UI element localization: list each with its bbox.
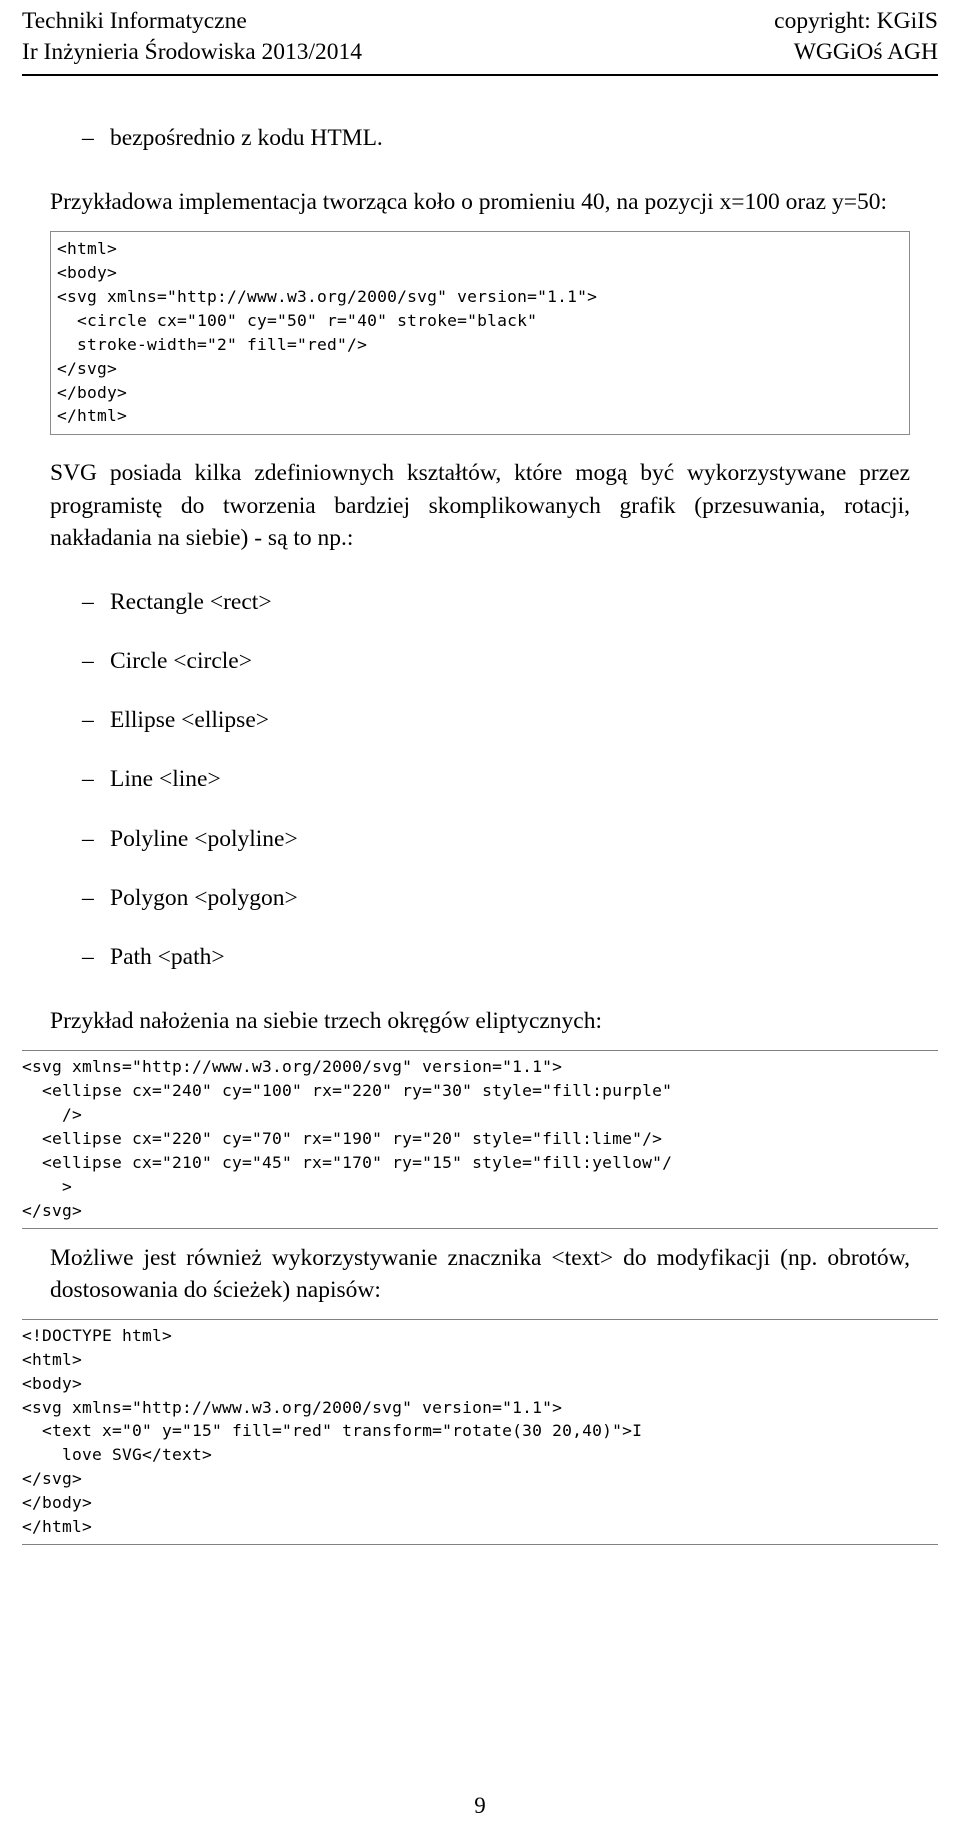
page-body: – bezpośrednio z kodu HTML. Przykładowa i…	[22, 76, 938, 1037]
list-item-tag: <rect>	[209, 588, 272, 615]
dash-bullet-icon: –	[82, 884, 94, 911]
code-line: <svg xmlns="http://www.w3.org/2000/svg" …	[22, 1397, 563, 1417]
code-line: </html>	[22, 1516, 93, 1536]
list-item: – Polyline <polyline>	[82, 823, 910, 855]
list-item: – Ellipse <ellipse>	[82, 704, 910, 736]
dash-bullet-icon: –	[82, 707, 94, 734]
list-item: – Line <line>	[82, 763, 910, 795]
list-item: – Path <path>	[82, 941, 910, 973]
code-line: </svg>	[57, 358, 118, 378]
code-wrap-ellipses: <svg xmlns="http://www.w3.org/2000/svg" …	[22, 1037, 938, 1229]
header-right: copyright: KGiIS WGGiOś AGH	[774, 6, 938, 69]
list-item-label: Polygon	[110, 884, 189, 911]
list-item: – Rectangle <rect>	[82, 586, 910, 618]
header-institution: WGGiOś AGH	[793, 39, 938, 66]
code-line: <text x="0" y="15" fill="red" transform=…	[22, 1421, 643, 1441]
code-line: </html>	[57, 406, 128, 426]
list-item-label: Polyline	[110, 825, 189, 852]
list-item-tag: <line>	[158, 766, 221, 793]
page-footer: 9	[0, 1793, 960, 1819]
code-line: </svg>	[22, 1200, 83, 1220]
dash-bullet-icon: –	[82, 944, 94, 971]
code-line: <svg xmlns="http://www.w3.org/2000/svg" …	[57, 287, 598, 307]
code-line: stroke-width="2" fill="red"/>	[57, 334, 368, 354]
code-line: >	[22, 1176, 73, 1196]
list-item-label: Line	[110, 766, 154, 793]
page-header: Techniki Informatyczne Ir Inżynieria Śro…	[22, 0, 938, 76]
code-line: love SVG</text>	[22, 1445, 213, 1465]
code-line: <body>	[57, 263, 118, 283]
paragraph-ellipses-intro: Przykład nałożenia na siebie trzech okrę…	[50, 1008, 603, 1035]
header-row: Techniki Informatyczne Ir Inżynieria Śro…	[22, 0, 938, 69]
paragraph-circle-intro: Przykładowa implementacja tworząca koło …	[50, 189, 888, 216]
code-line: </body>	[22, 1493, 93, 1513]
continued-bullet-list: – bezpośrednio z kodu HTML.	[50, 122, 910, 154]
list-item-tag: <ellipse>	[181, 707, 270, 734]
code-line: <body>	[22, 1373, 83, 1393]
code-block-text-example: <!DOCTYPE html> <html> <body> <svg xmlns="h…	[22, 1318, 938, 1545]
code-line: <html>	[57, 239, 118, 259]
code-line: <html>	[22, 1349, 83, 1369]
header-course-title: Techniki Informatyczne	[22, 8, 247, 34]
dash-bullet-icon: –	[82, 588, 94, 615]
list-item-label: Rectangle	[110, 588, 204, 615]
page-number: 9	[474, 1793, 486, 1818]
document-page: Techniki Informatyczne Ir Inżynieria Śro…	[0, 0, 960, 1837]
dash-bullet-icon: –	[82, 124, 94, 151]
paragraph-shapes-intro: SVG posiada kilka zdefiniownych kształtó…	[50, 460, 910, 551]
header-course-subtitle: Ir Inżynieria Środowiska 2013/2014	[22, 39, 363, 66]
code-line: </body>	[57, 382, 128, 402]
list-item-tag: <polyline>	[194, 825, 298, 852]
list-item: – Circle <circle>	[82, 645, 910, 677]
code-line: <circle cx="100" cy="50" r="40" stroke="…	[57, 310, 538, 330]
paragraph-text-tag: Możliwe jest również wykorzystywanie zna…	[50, 1244, 910, 1303]
dash-bullet-icon: –	[82, 648, 94, 675]
code-line: <ellipse cx="220" cy="70" rx="190" ry="2…	[22, 1129, 663, 1149]
svg-shapes-list: – Rectangle <rect> – Circle <circle> – Elli…	[50, 586, 910, 973]
list-item-label: bezpośrednio z kodu HTML.	[110, 124, 383, 151]
list-item-label: Path	[110, 944, 152, 971]
page-body-lower: Możliwe jest również wykorzystywanie zna…	[22, 1229, 938, 1306]
code-line: <!DOCTYPE html>	[22, 1325, 173, 1345]
code-line: />	[22, 1105, 83, 1125]
code-block-circle-example: <html> <body> <svg xmlns="http://www.w3.or…	[50, 231, 910, 436]
list-item-tag: <circle>	[173, 648, 252, 675]
list-item-label: Circle	[110, 648, 168, 675]
code-wrap-text: <!DOCTYPE html> <html> <body> <svg xmlns="h…	[22, 1306, 938, 1545]
code-line: </svg>	[22, 1469, 83, 1489]
dash-bullet-icon: –	[82, 825, 94, 852]
list-item-tag: <polygon>	[194, 884, 298, 911]
code-line: <svg xmlns="http://www.w3.org/2000/svg" …	[22, 1057, 563, 1077]
list-item-label: Ellipse	[110, 707, 176, 734]
code-line: <ellipse cx="210" cy="45" rx="170" ry="1…	[22, 1152, 673, 1172]
list-item-tag: <path>	[157, 944, 225, 971]
code-line: <ellipse cx="240" cy="100" rx="220" ry="…	[22, 1081, 673, 1101]
list-item: – Polygon <polygon>	[82, 882, 910, 914]
header-copyright: copyright: KGiIS	[774, 8, 938, 34]
header-left: Techniki Informatyczne Ir Inżynieria Śro…	[22, 6, 362, 69]
code-block-ellipses-example: <svg xmlns="http://www.w3.org/2000/svg" …	[22, 1050, 938, 1229]
dash-bullet-icon: –	[82, 766, 94, 793]
list-item: – bezpośrednio z kodu HTML.	[82, 122, 910, 154]
